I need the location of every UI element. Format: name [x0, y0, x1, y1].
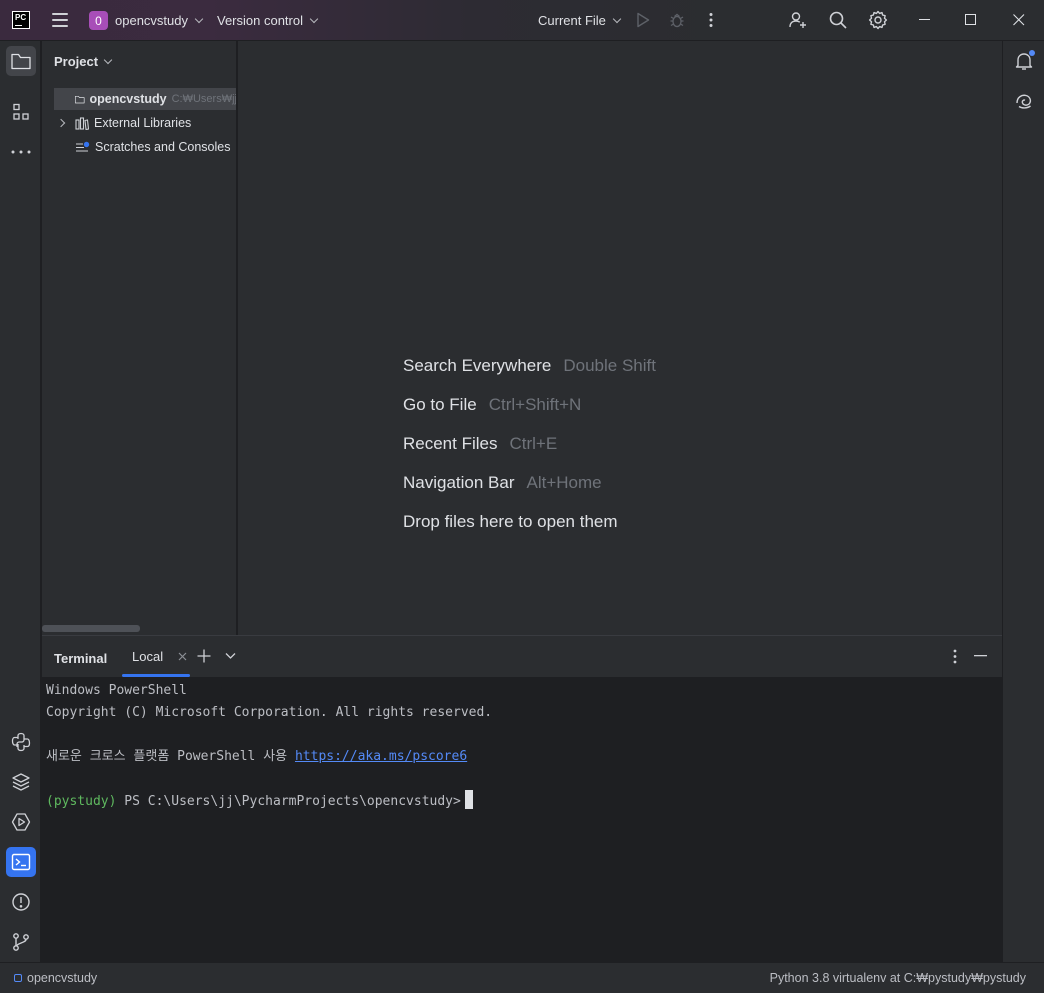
- hint-action: Search Everywhere: [403, 356, 552, 375]
- new-terminal-tab-icon[interactable]: [197, 649, 211, 663]
- virtualenv-name: (pystudy): [46, 794, 117, 809]
- chevron-down-icon[interactable]: [225, 652, 236, 660]
- hint-recent-files[interactable]: Recent Files Ctrl+E: [403, 434, 557, 454]
- status-project-breadcrumb[interactable]: opencvstudy: [14, 971, 97, 985]
- hide-panel-icon[interactable]: [974, 655, 988, 657]
- project-switcher[interactable]: 0 opencvstudy: [89, 0, 204, 41]
- terminal-tool-window: Terminal Local Windows PowerShell Copyri…: [42, 635, 1002, 962]
- terminal-line: 새로운 크로스 플랫폼 PowerShell 사용: [46, 749, 295, 764]
- status-bar: opencvstudy Python 3.8 virtualenv at C:₩…: [0, 962, 1044, 993]
- project-name: opencvstudy: [115, 13, 188, 28]
- terminal-cursor: [464, 790, 473, 809]
- python-console-icon[interactable]: [6, 727, 36, 757]
- version-control-label: Version control: [217, 13, 303, 28]
- more-actions-icon[interactable]: [700, 9, 722, 31]
- hint-action: Go to File: [403, 395, 477, 414]
- python-interpreter-selector[interactable]: Python 3.8 virtualenv at C:₩pystudy₩pyst…: [770, 971, 1026, 985]
- terminal-prompt: PS C:\Users\jj\PycharmProjects\opencvstu…: [116, 794, 461, 809]
- chevron-down-icon: [612, 14, 622, 23]
- chevron-down-icon: [309, 14, 319, 23]
- hint-shortcut: Double Shift: [563, 356, 656, 375]
- tree-item-path: C:₩Users₩jj: [171, 93, 237, 105]
- add-user-icon[interactable]: [787, 9, 809, 31]
- structure-icon[interactable]: [6, 97, 36, 127]
- version-control-menu[interactable]: Version control: [217, 0, 319, 41]
- services-icon[interactable]: [6, 807, 36, 837]
- terminal-header: Terminal Local: [42, 636, 1002, 677]
- chevron-down-icon: [194, 14, 204, 23]
- ai-assistant-spiral-icon[interactable]: [1009, 86, 1039, 116]
- hint-action: Recent Files: [403, 434, 498, 453]
- status-project-name: opencvstudy: [27, 971, 98, 985]
- close-window-button[interactable]: [996, 0, 1042, 40]
- scratches-icon: [76, 141, 90, 152]
- right-tool-window-bar: [1002, 41, 1044, 962]
- pscore6-link[interactable]: https://aka.ms/pscore6: [295, 749, 467, 764]
- search-icon[interactable]: [827, 9, 849, 31]
- problems-icon[interactable]: [6, 887, 36, 917]
- title-bar: PC 0 opencvstudy Version control Current…: [0, 0, 1044, 41]
- run-config-label: Current File: [538, 13, 606, 28]
- tree-item-scratches[interactable]: Scratches and Consoles: [54, 136, 236, 158]
- tree-item-external-libraries[interactable]: External Libraries: [54, 112, 236, 134]
- hint-shortcut: Alt+Home: [526, 473, 602, 492]
- terminal-tab-local[interactable]: Local: [122, 636, 190, 677]
- tree-item-project-root[interactable]: opencvstudy C:₩Users₩jj: [54, 88, 237, 110]
- project-tool-window: Project opencvstudy C:₩Users₩jj External…: [42, 41, 237, 635]
- library-icon: [75, 116, 89, 130]
- git-branch-icon[interactable]: [6, 927, 36, 957]
- minimize-window-button[interactable]: [902, 0, 948, 40]
- terminal-line: Windows PowerShell: [46, 683, 187, 698]
- debug-icon[interactable]: [666, 9, 688, 31]
- notifications-bell-icon[interactable]: [1009, 46, 1039, 76]
- left-tool-window-bar: [0, 41, 41, 962]
- hint-shortcut: Ctrl+E: [509, 434, 558, 453]
- maximize-window-button[interactable]: [948, 0, 994, 40]
- terminal-output[interactable]: Windows PowerShell Copyright (C) Microso…: [46, 680, 492, 813]
- hint-drop-files: Drop files here to open them: [403, 512, 618, 532]
- terminal-tab-label: Local: [132, 649, 164, 664]
- python-packages-layers-icon[interactable]: [6, 767, 36, 797]
- hint-action: Navigation Bar: [403, 473, 515, 492]
- more-tool-windows-icon[interactable]: [6, 137, 36, 167]
- notification-dot: [1029, 50, 1035, 56]
- folder-icon: [75, 95, 85, 103]
- hint-shortcut: Ctrl+Shift+N: [488, 395, 582, 414]
- terminal-line: Copyright (C) Microsoft Corporation. All…: [46, 705, 493, 720]
- chevron-down-icon: [103, 55, 113, 64]
- project-tool-folder-icon[interactable]: [6, 46, 36, 76]
- tree-item-label: External Libraries: [94, 116, 192, 130]
- terminal-options-icon[interactable]: [953, 649, 957, 664]
- horizontal-scrollbar[interactable]: [42, 625, 140, 632]
- pycharm-logo-icon: PC: [12, 11, 30, 29]
- terminal-tool-icon[interactable]: [6, 847, 36, 877]
- chevron-right-icon[interactable]: [56, 118, 66, 128]
- run-config-selector[interactable]: Current File: [538, 0, 622, 41]
- run-icon[interactable]: [632, 9, 654, 31]
- hint-search-everywhere[interactable]: Search Everywhere Double Shift: [403, 356, 656, 376]
- hint-navigation-bar[interactable]: Navigation Bar Alt+Home: [403, 473, 602, 493]
- tree-item-label: Scratches and Consoles: [95, 140, 231, 154]
- close-tab-icon[interactable]: [178, 652, 187, 661]
- tree-item-label: opencvstudy: [89, 92, 167, 106]
- hint-go-to-file[interactable]: Go to File Ctrl+Shift+N: [403, 395, 581, 415]
- terminal-title: Terminal: [54, 651, 108, 666]
- main-menu-icon[interactable]: [52, 13, 68, 27]
- project-view-selector[interactable]: Project: [54, 54, 113, 69]
- hint-action: Drop files here to open them: [403, 512, 618, 531]
- project-panel-title: Project: [54, 54, 99, 69]
- settings-gear-icon[interactable]: [867, 9, 889, 31]
- editor-empty-state: Search Everywhere Double Shift Go to File…: [238, 41, 1002, 635]
- project-badge: 0: [89, 11, 108, 30]
- module-icon: [14, 974, 22, 982]
